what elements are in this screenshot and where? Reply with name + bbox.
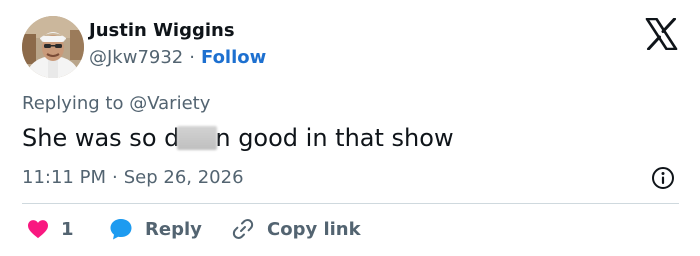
reply-context: Replying to @Variety [22, 93, 210, 114]
follow-button[interactable]: Follow [201, 47, 266, 68]
copy-link-button[interactable]: Copy link [231, 217, 361, 241]
reply-label: Reply [145, 218, 202, 240]
reply-button[interactable]: Reply [109, 217, 202, 241]
heart-icon [28, 220, 48, 239]
reply-mention-link[interactable]: @Variety [129, 93, 210, 114]
timestamp-date[interactable]: Sep 26, 2026 [124, 167, 244, 188]
censor-blur [177, 126, 218, 150]
divider [22, 203, 679, 204]
timestamp-separator: · [111, 167, 118, 188]
reply-context-prefix: Replying to [22, 93, 124, 114]
avatar[interactable] [22, 16, 84, 78]
handle-separator: · [189, 47, 195, 68]
reply-bubble-icon [110, 219, 132, 240]
author-handle[interactable]: @Jkw7932 [89, 47, 183, 68]
copy-link-label: Copy link [267, 218, 361, 240]
like-button[interactable]: 1 [27, 217, 74, 241]
tweet-text-after: n good in that show [215, 124, 454, 152]
timestamp-time[interactable]: 11:11 PM [22, 167, 106, 188]
avatar-photo [22, 16, 84, 78]
link-icon [232, 219, 254, 239]
info-icon[interactable] [651, 166, 675, 190]
tweet-text-before: She was so d [22, 124, 180, 152]
like-count: 1 [61, 218, 74, 240]
tweet-text: She was so d n good in that show [22, 124, 454, 152]
author-handle-line: @Jkw7932 · Follow [89, 47, 266, 68]
tweet-timestamp[interactable]: 11:11 PM · Sep 26, 2026 [22, 167, 244, 188]
author-display-name[interactable]: Justin Wiggins [89, 20, 235, 41]
x-logo-icon[interactable] [645, 18, 678, 50]
